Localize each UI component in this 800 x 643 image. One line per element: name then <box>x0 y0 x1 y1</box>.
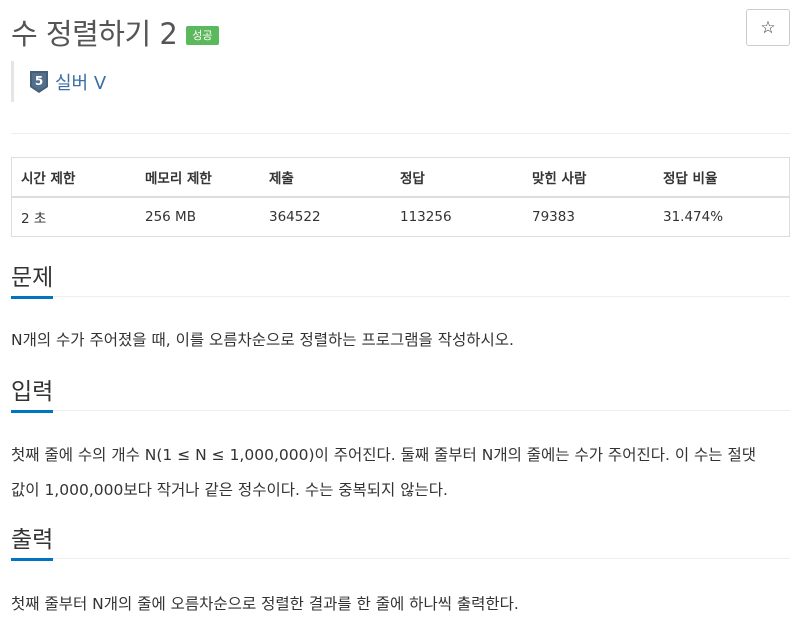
header-accept-ratio: 정답 비율 <box>654 157 790 198</box>
header-memory-limit: 메모리 제한 <box>136 157 260 198</box>
header-solved-users: 맞힌 사람 <box>523 157 654 198</box>
divider <box>11 296 790 297</box>
header-time-limit: 시간 제한 <box>11 157 136 198</box>
problem-description: N개의 수가 주어졌을 때, 이를 오름차순으로 정렬하는 프로그램을 작성하시… <box>11 331 514 349</box>
value-accept-ratio: 31.474% <box>654 197 790 237</box>
section-heading-label: 입력 <box>11 372 54 413</box>
value-memory-limit: 256 MB <box>136 197 260 237</box>
output-description: 첫째 줄부터 N개의 줄에 오름차순으로 정렬한 결과를 한 줄에 하나씩 출력… <box>11 595 519 613</box>
status-badge: 성공 <box>186 25 219 45</box>
table-header-row: 시간 제한 메모리 제한 제출 정답 맞힌 사람 정답 비율 <box>11 157 790 198</box>
divider <box>11 410 790 411</box>
section-problem-heading: 문제 <box>11 258 790 299</box>
section-heading-label: 문제 <box>11 258 54 299</box>
value-time-limit: 2 초 <box>11 197 136 237</box>
value-accepted[interactable]: 113256 <box>391 197 523 237</box>
star-icon: ☆ <box>760 17 776 38</box>
tier-number: 5 <box>35 74 43 88</box>
tier-box: 5 실버 V <box>11 61 106 102</box>
divider <box>11 558 790 559</box>
star-button[interactable]: ☆ <box>746 9 790 46</box>
divider <box>11 133 790 134</box>
tier-label[interactable]: 실버 V <box>55 69 106 95</box>
section-heading-label: 출력 <box>11 520 54 561</box>
problem-title: 수 정렬하기 2 <box>11 17 178 51</box>
header-submissions: 제출 <box>260 157 391 198</box>
input-description-line-1: 첫째 줄에 수의 개수 N(1 ≤ N ≤ 1,000,000)이 주어진다. … <box>11 446 756 464</box>
section-output-heading: 출력 <box>11 520 790 561</box>
input-description-line-2: 값이 1,000,000보다 작거나 같은 정수이다. 수는 중복되지 않는다. <box>11 481 448 499</box>
value-solved-users[interactable]: 79383 <box>523 197 654 237</box>
header-accepted: 정답 <box>391 157 523 198</box>
value-submissions[interactable]: 364522 <box>260 197 391 237</box>
table-row: 2 초 256 MB 364522 113256 79383 31.474% <box>11 197 790 237</box>
problem-info-table: 시간 제한 메모리 제한 제출 정답 맞힌 사람 정답 비율 2 초 256 M… <box>11 157 790 237</box>
title-row: 수 정렬하기 2 성공 <box>11 12 219 52</box>
silver-tier-icon: 5 <box>30 70 48 93</box>
section-input-heading: 입력 <box>11 372 790 413</box>
